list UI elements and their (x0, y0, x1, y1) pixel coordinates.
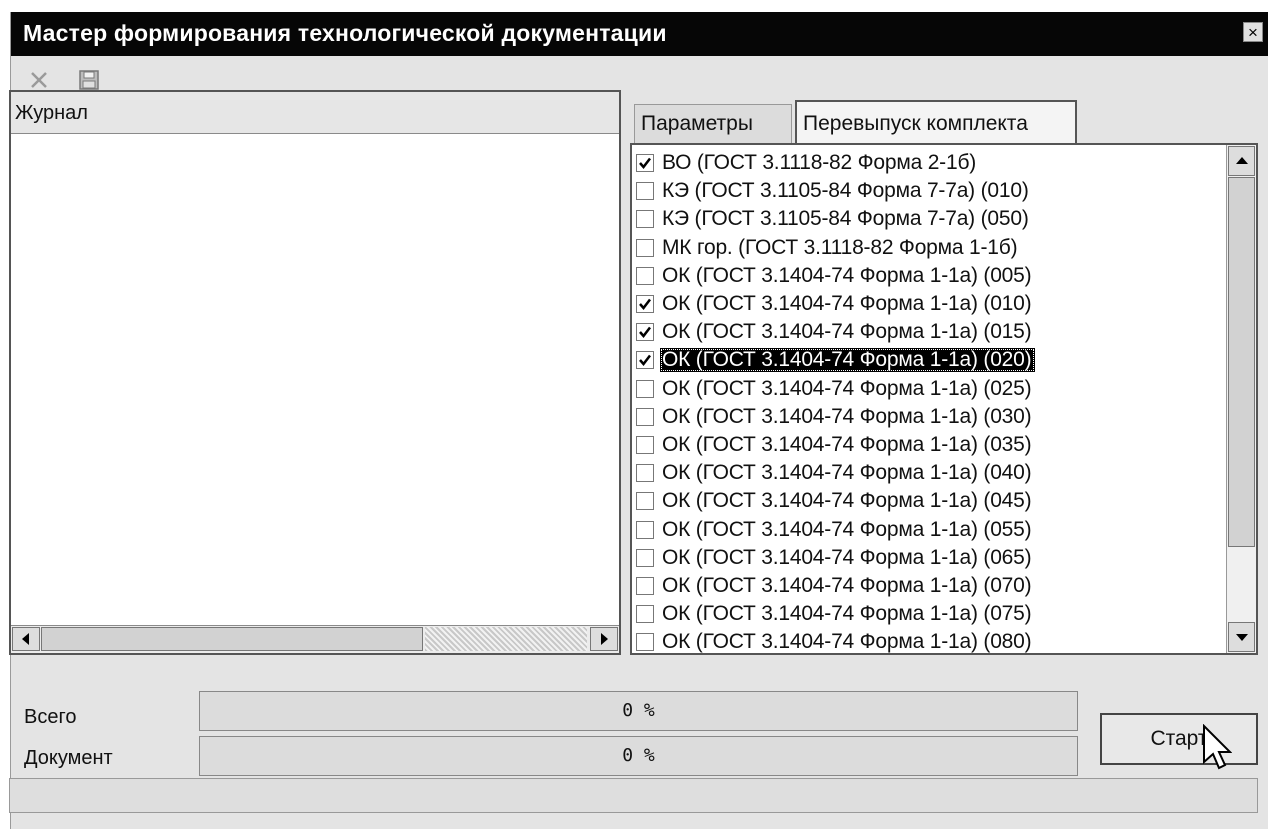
document-checkbox[interactable] (636, 323, 654, 342)
tab-parameters[interactable]: Параметры (634, 104, 792, 144)
document-list-item[interactable]: ОК (ГОСТ 3.1404-74 Форма 1-1а) (030) (636, 403, 1222, 431)
document-checkbox[interactable] (636, 492, 654, 511)
scroll-down-button[interactable] (1228, 622, 1255, 652)
document-list-item[interactable]: ОК (ГОСТ 3.1404-74 Форма 1-1а) (010) (636, 290, 1222, 318)
document-item-label: ОК (ГОСТ 3.1404-74 Форма 1-1а) (015) (662, 320, 1032, 344)
document-checkbox[interactable] (636, 182, 654, 201)
vertical-scroll-thumb[interactable] (1228, 177, 1255, 547)
tab-reissue-set[interactable]: Перевыпуск комплекта (795, 100, 1077, 146)
document-list-item[interactable]: ОК (ГОСТ 3.1404-74 Форма 1-1а) (075) (636, 600, 1222, 628)
document-item-label: ВО (ГОСТ 3.1118-82 Форма 2-1б) (662, 151, 977, 175)
document-checkbox[interactable] (636, 605, 654, 624)
checkmark-icon (639, 355, 651, 367)
total-progress-bar: 0 % (199, 691, 1078, 731)
document-checkbox[interactable] (636, 295, 654, 314)
document-list-item[interactable]: ОК (ГОСТ 3.1404-74 Форма 1-1а) (020) (636, 346, 1222, 374)
document-checkbox[interactable] (636, 407, 654, 426)
journal-horizontal-scrollbar[interactable] (11, 625, 619, 653)
document-list-item[interactable]: ОК (ГОСТ 3.1404-74 Форма 1-1а) (035) (636, 431, 1222, 459)
checkmark-icon (639, 298, 651, 311)
document-list-item[interactable]: ОК (ГОСТ 3.1404-74 Форма 1-1а) (025) (636, 375, 1222, 403)
horizontal-scroll-track[interactable] (425, 627, 587, 651)
document-item-label: ОК (ГОСТ 3.1404-74 Форма 1-1а) (055) (662, 517, 1032, 541)
document-item-label: ОК (ГОСТ 3.1404-74 Форма 1-1а) (075) (662, 602, 1032, 626)
document-list-items: ВО (ГОСТ 3.1118-82 Форма 2-1б) КЭ (ГОСТ 3… (636, 149, 1222, 653)
document-item-label: ОК (ГОСТ 3.1404-74 Форма 1-1а) (020) (660, 348, 1036, 373)
document-list-item[interactable]: ОК (ГОСТ 3.1404-74 Форма 1-1а) (045) (636, 487, 1222, 515)
checkmark-icon (639, 326, 651, 339)
document-list-item[interactable]: КЭ (ГОСТ 3.1105-84 Форма 7-7а) (050) (636, 205, 1222, 233)
floppy-disk-icon (79, 70, 99, 90)
status-bar (9, 778, 1258, 813)
document-list-item[interactable]: ОК (ГОСТ 3.1404-74 Форма 1-1а) (065) (636, 544, 1222, 572)
horizontal-scroll-thumb[interactable] (41, 627, 423, 651)
document-checkbox[interactable] (636, 548, 654, 567)
document-item-label: ОК (ГОСТ 3.1404-74 Форма 1-1а) (040) (662, 461, 1032, 485)
document-list-item[interactable]: ОК (ГОСТ 3.1404-74 Форма 1-1а) (055) (636, 515, 1222, 543)
document-item-label: КЭ (ГОСТ 3.1105-84 Форма 7-7а) (050) (662, 207, 1029, 231)
document-item-label: ОК (ГОСТ 3.1404-74 Форма 1-1а) (035) (662, 432, 1032, 456)
document-item-label: ОК (ГОСТ 3.1404-74 Форма 1-1а) (010) (662, 292, 1032, 316)
document-progress-label: Документ (24, 747, 113, 769)
document-list-item[interactable]: КЭ (ГОСТ 3.1105-84 Форма 7-7а) (010) (636, 177, 1222, 205)
arrow-down-icon (1235, 634, 1248, 641)
arrow-right-icon (601, 633, 608, 645)
document-item-label: ОК (ГОСТ 3.1404-74 Форма 1-1а) (045) (662, 489, 1032, 513)
title-bar[interactable]: Мастер формирования технологической доку… (11, 12, 1268, 56)
scroll-right-button[interactable] (590, 627, 618, 651)
close-x-icon (31, 72, 47, 88)
close-button[interactable]: × (1243, 22, 1263, 42)
document-list-item[interactable]: ОК (ГОСТ 3.1404-74 Форма 1-1а) (080) (636, 628, 1222, 653)
document-checkbox[interactable] (636, 633, 654, 652)
document-list-item[interactable]: ОК (ГОСТ 3.1404-74 Форма 1-1а) (015) (636, 318, 1222, 346)
document-list-item[interactable]: МК гор. (ГОСТ 3.1118-82 Форма 1-1б) (636, 234, 1222, 262)
document-checkbox[interactable] (636, 576, 654, 595)
document-item-label: КЭ (ГОСТ 3.1105-84 Форма 7-7а) (010) (662, 179, 1029, 203)
document-checkbox[interactable] (636, 210, 654, 229)
window-title: Мастер формирования технологической доку… (23, 20, 667, 46)
journal-panel: Журнал (9, 90, 621, 655)
document-checkbox[interactable] (636, 266, 654, 285)
document-item-label: ОК (ГОСТ 3.1404-74 Форма 1-1а) (070) (662, 573, 1032, 597)
document-checklist: ВО (ГОСТ 3.1118-82 Форма 2-1б) КЭ (ГОСТ 3… (630, 143, 1258, 655)
document-checkbox[interactable] (636, 520, 654, 539)
journal-header[interactable]: Журнал (11, 92, 619, 134)
document-item-label: МК гор. (ГОСТ 3.1118-82 Форма 1-1б) (662, 235, 1018, 259)
document-item-label: ОК (ГОСТ 3.1404-74 Форма 1-1а) (005) (662, 263, 1032, 287)
total-progress-label: Всего (24, 706, 77, 728)
document-list-item[interactable]: ОК (ГОСТ 3.1404-74 Форма 1-1а) (040) (636, 459, 1222, 487)
document-vertical-scrollbar[interactable] (1226, 145, 1256, 653)
document-item-label: ОК (ГОСТ 3.1404-74 Форма 1-1а) (030) (662, 404, 1032, 428)
mouse-pointer-icon (1203, 724, 1232, 770)
document-progress-bar: 0 % (199, 736, 1078, 776)
checkmark-icon (639, 157, 651, 170)
document-checkbox[interactable] (636, 154, 654, 173)
document-checkbox[interactable] (636, 379, 654, 398)
document-list-item[interactable]: ВО (ГОСТ 3.1118-82 Форма 2-1б) (636, 149, 1222, 177)
document-item-label: ОК (ГОСТ 3.1404-74 Форма 1-1а) (065) (662, 545, 1032, 569)
document-list-item[interactable]: ОК (ГОСТ 3.1404-74 Форма 1-1а) (005) (636, 262, 1222, 290)
document-checkbox[interactable] (636, 435, 654, 454)
document-list-item[interactable]: ОК (ГОСТ 3.1404-74 Форма 1-1а) (070) (636, 572, 1222, 600)
document-checkbox[interactable] (636, 351, 654, 370)
start-button[interactable]: Старт (1100, 713, 1258, 765)
document-checkbox[interactable] (636, 238, 654, 257)
scroll-left-button[interactable] (12, 627, 40, 651)
document-checkbox[interactable] (636, 464, 654, 483)
scroll-up-button[interactable] (1228, 146, 1255, 176)
arrow-up-icon (1235, 157, 1248, 164)
document-item-label: ОК (ГОСТ 3.1404-74 Форма 1-1а) (025) (662, 376, 1032, 400)
arrow-left-icon (22, 633, 29, 645)
document-item-label: ОК (ГОСТ 3.1404-74 Форма 1-1а) (080) (662, 630, 1032, 653)
